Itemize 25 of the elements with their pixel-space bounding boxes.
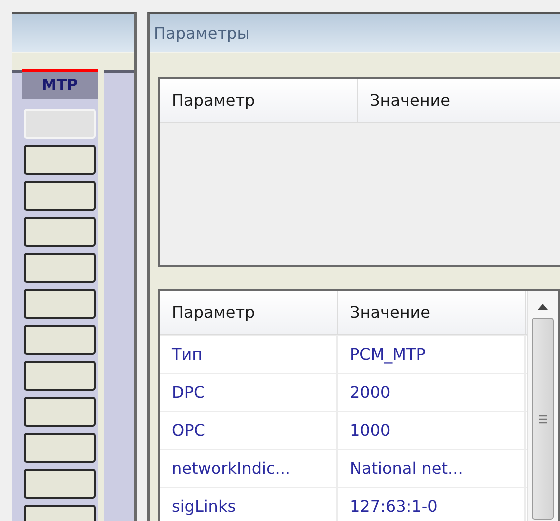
column-header[interactable]: Значение <box>358 79 560 122</box>
grip-icon <box>539 414 547 424</box>
module-slot[interactable] <box>24 325 96 355</box>
scroll-up-icon[interactable] <box>538 304 548 310</box>
module-slot[interactable] <box>24 181 96 211</box>
column-header[interactable]: Значение <box>338 291 526 334</box>
module-slot[interactable] <box>24 253 96 283</box>
table-cell: networkIndic... <box>160 450 338 487</box>
module-slot[interactable] <box>24 397 96 427</box>
column-header: MTP <box>22 69 98 99</box>
scroll-thumb[interactable] <box>532 318 554 520</box>
module-slot[interactable] <box>24 433 96 463</box>
panel-title: Параметры <box>154 24 250 42</box>
module-slot[interactable] <box>24 145 96 175</box>
module-slot[interactable] <box>24 217 96 247</box>
module-slot[interactable] <box>24 361 96 391</box>
table-cell: sigLinks <box>160 488 338 521</box>
scrollbar[interactable] <box>527 291 558 521</box>
table-cell: OPC <box>160 412 338 449</box>
table-cell: Тип <box>160 336 338 373</box>
column-header[interactable]: Параметр <box>160 79 358 122</box>
module-slot[interactable] <box>24 289 96 319</box>
column-header[interactable]: Параметр <box>160 291 338 334</box>
table-cell: DPC <box>160 374 338 411</box>
module-slot[interactable] <box>24 469 96 499</box>
